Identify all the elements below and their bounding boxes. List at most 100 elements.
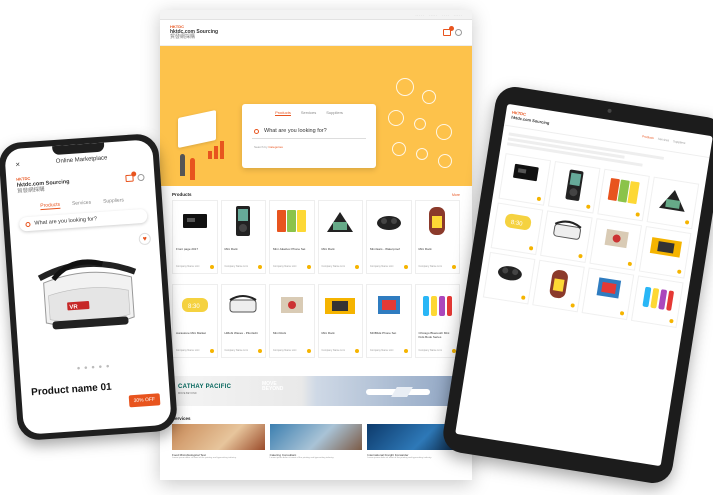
product-card[interactable]: Mini Rock Company Name Limi bbox=[269, 284, 315, 358]
search-icon bbox=[254, 128, 259, 134]
site-logo[interactable]: HKTDC hktdc.com Sourcing 貿發網採購 bbox=[16, 173, 70, 195]
product-card[interactable]: Mini Rock Company Name Limi bbox=[317, 200, 363, 274]
phone-screen: ✕ Online Marketplace HKTDC hktdc.com Sou… bbox=[4, 139, 172, 435]
product-image[interactable]: ♥ VR bbox=[11, 230, 168, 370]
vr-headset-image: VR bbox=[37, 259, 137, 330]
user-icon[interactable] bbox=[455, 29, 462, 36]
service-name: Food Microbiological Test bbox=[172, 453, 206, 457]
product-card[interactable]: Mini Rock Company Name Limi bbox=[414, 200, 460, 274]
product-card[interactable] bbox=[482, 251, 536, 305]
ad-banner[interactable]: CATHAY PACIFIC MOVE BEYOND MOVE BEYOND bbox=[172, 376, 460, 406]
airline-tagline: MOVE BEYOND bbox=[178, 392, 197, 395]
product-card[interactable] bbox=[498, 153, 552, 206]
product-card[interactable]: Mini Rock Company Name Limi bbox=[220, 200, 266, 274]
top-utility-bar: · · · · · · · · · · · · · · · · · · · bbox=[160, 10, 472, 20]
site-logo[interactable]: HKTDC hktdc.com Sourcing bbox=[511, 110, 550, 126]
box-speaker-icon bbox=[597, 223, 635, 259]
rating-icon bbox=[403, 349, 408, 353]
color-bottles-icon bbox=[416, 285, 460, 325]
product-card[interactable] bbox=[540, 210, 593, 263]
categories-link[interactable]: Categories bbox=[268, 145, 283, 149]
product-name: Chicago Bluetooth Mini Kids Book Series bbox=[418, 331, 450, 339]
retro-players-icon bbox=[604, 174, 643, 214]
supplier-name: Company Name Limi bbox=[418, 349, 442, 352]
user-icon[interactable] bbox=[137, 173, 145, 181]
product-card[interactable]: 8:30 Aurastone Mini Market Company Name Li… bbox=[172, 284, 218, 358]
product-grid-row-1: Front page 2017 Company Name Limi Mini Roc… bbox=[160, 200, 472, 274]
product-card[interactable] bbox=[532, 259, 585, 313]
rating-icon bbox=[355, 265, 359, 269]
tab-suppliers[interactable]: Suppliers bbox=[673, 139, 686, 145]
picture-frame-icon bbox=[319, 201, 363, 241]
service-desc: Lorem ipsum dolor sit amet of the printi… bbox=[367, 457, 432, 459]
utility-link[interactable]: · · · · · bbox=[415, 13, 423, 17]
product-card[interactable] bbox=[646, 176, 700, 230]
tab-services[interactable]: Services bbox=[72, 200, 92, 208]
tab-services[interactable]: Services bbox=[658, 136, 670, 142]
service-card[interactable]: Catering Consultant Lorem ipsum dolor si… bbox=[269, 424, 363, 460]
rating-icon bbox=[403, 265, 408, 269]
product-card[interactable] bbox=[589, 218, 643, 271]
supplier-name: Company Name Limi bbox=[224, 265, 248, 268]
supplier-name: Company Name Limi bbox=[273, 265, 297, 268]
rating-icon bbox=[669, 318, 674, 324]
tab-products[interactable]: Products bbox=[642, 134, 654, 140]
tab-products[interactable]: Products bbox=[40, 201, 61, 211]
product-card[interactable] bbox=[581, 267, 635, 321]
product-card[interactable]: Mini Rock Company Name Limi bbox=[317, 284, 363, 358]
product-card[interactable]: MOBILE Phone Set Company Name Limi bbox=[366, 284, 412, 358]
search-tab-suppliers[interactable]: Suppliers bbox=[326, 110, 343, 116]
person-illustration bbox=[180, 154, 185, 176]
service-card[interactable]: Food Microbiological Test Lorem ipsum do… bbox=[172, 424, 265, 460]
product-card[interactable] bbox=[638, 225, 692, 279]
site-logo[interactable]: HKTDC hktdc.com Sourcing 貿發網採購 bbox=[170, 24, 218, 41]
box-speaker-icon bbox=[270, 285, 314, 325]
retro-players-icon bbox=[270, 201, 314, 241]
product-supplier: Company Name Limi bbox=[322, 349, 359, 353]
utility-link[interactable]: · · · · · bbox=[454, 13, 462, 17]
product-card[interactable]: Front page 2017 Company Name Limi bbox=[172, 200, 218, 274]
products-more-link[interactable]: More bbox=[452, 193, 460, 197]
search-placeholder: What are you looking for? bbox=[264, 128, 327, 134]
utility-link[interactable]: · · · · · bbox=[429, 13, 437, 17]
product-card[interactable] bbox=[630, 275, 684, 328]
airplane-icon bbox=[366, 389, 430, 395]
rating-icon bbox=[209, 265, 214, 269]
rating-icon bbox=[635, 212, 640, 217]
site-header: HKTDC hktdc.com Sourcing 貿發網採購 bbox=[160, 20, 472, 46]
search-icon bbox=[25, 221, 31, 227]
rating-icon bbox=[306, 265, 311, 269]
product-grid-row-2: 8:30 Aurastone Mini Market Company Name Li… bbox=[160, 284, 472, 358]
product-card[interactable] bbox=[597, 168, 650, 222]
rating-icon bbox=[258, 265, 262, 269]
deco-circle-icon bbox=[396, 78, 414, 96]
utility-link[interactable]: · · · · bbox=[442, 13, 449, 17]
product-supplier: Company Name Limi bbox=[273, 265, 311, 269]
tab-suppliers[interactable]: Suppliers bbox=[103, 197, 124, 205]
svg-text:VR: VR bbox=[69, 304, 78, 311]
cart-icon[interactable] bbox=[125, 174, 134, 182]
product-card[interactable] bbox=[547, 160, 601, 214]
rating-icon bbox=[619, 311, 625, 316]
search-placeholder: What are you looking for? bbox=[34, 216, 98, 227]
product-supplier: Company Name Limi bbox=[419, 265, 456, 269]
search-tab-products[interactable]: Products bbox=[275, 110, 291, 116]
search-input[interactable]: What are you looking for? bbox=[242, 116, 376, 134]
rating-icon bbox=[578, 253, 583, 259]
service-desc: Lorem ipsum dolor sit amet of the printi… bbox=[172, 457, 237, 459]
search-tab-services[interactable]: Services bbox=[301, 110, 316, 116]
product-card[interactable]: Mini Jukebox Phone Set Company Name Limi bbox=[269, 200, 315, 274]
product-card[interactable]: Chicago Bluetooth Mini Kids Book Series C… bbox=[414, 284, 460, 358]
rating-icon bbox=[520, 295, 526, 300]
mp3-player-icon bbox=[554, 166, 594, 210]
cart-icon[interactable] bbox=[443, 26, 454, 36]
supplier-name: Company Name Limi bbox=[321, 265, 345, 268]
product-card[interactable]: HMobi Waves - Pilot Edit Company Name Lim… bbox=[220, 284, 266, 358]
product-card[interactable]: 8:30 bbox=[490, 202, 544, 256]
earbuds-icon bbox=[367, 201, 411, 241]
supplier-name: Company Name Limi bbox=[370, 265, 394, 268]
product-name: Mini Rock bbox=[321, 247, 335, 251]
product-card[interactable]: Mini Ears - Waterproof Company Name Limi bbox=[366, 200, 412, 274]
product-supplier: Company Name Limi bbox=[176, 265, 214, 269]
supplier-name: Company Name Limi bbox=[176, 265, 200, 268]
